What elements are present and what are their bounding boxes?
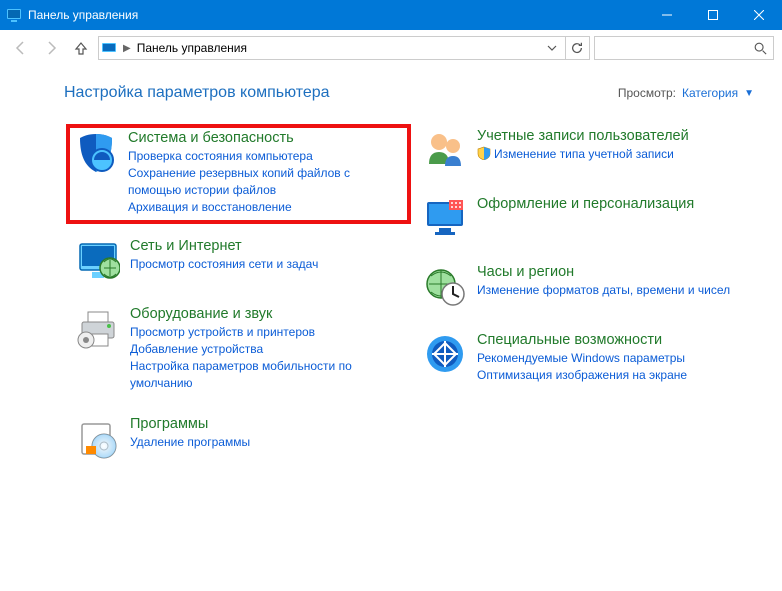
task-link-file-history-backup[interactable]: Сохранение резервных копий файлов с помо… xyxy=(128,165,403,199)
task-link-backup-restore[interactable]: Архивация и восстановление xyxy=(128,199,403,216)
category-text: Учетные записи пользователей Изменение ти… xyxy=(477,128,748,163)
view-by-value: Категория xyxy=(682,86,738,100)
search-input[interactable] xyxy=(594,36,774,60)
task-link-network-status[interactable]: Просмотр состояния сети и задач xyxy=(130,256,401,273)
disc-icon xyxy=(76,416,120,460)
back-button[interactable] xyxy=(8,35,34,61)
control-panel-icon xyxy=(6,7,22,23)
window-close-button[interactable] xyxy=(736,0,782,30)
category-text: Оформление и персонализация xyxy=(477,196,748,214)
category-title-link[interactable]: Сеть и Интернет xyxy=(130,238,401,254)
task-link-optimize-display[interactable]: Оптимизация изображения на экране xyxy=(477,367,748,384)
printer-icon xyxy=(76,306,120,350)
breadcrumb-chevron-icon[interactable]: ▶ xyxy=(121,43,133,54)
view-by-label: Просмотр: xyxy=(618,86,676,100)
up-button[interactable] xyxy=(68,35,94,61)
uac-shield-icon xyxy=(477,146,491,160)
task-link-devices-printers[interactable]: Просмотр устройств и принтеров xyxy=(130,324,401,341)
task-link-change-account-type[interactable]: Изменение типа учетной записи xyxy=(477,146,748,163)
category-title-link[interactable]: Программы xyxy=(130,416,401,432)
category-clock-region: Часы и регион Изменение форматов даты, вр… xyxy=(417,260,754,314)
monitor-icon xyxy=(423,196,467,240)
category-title-link[interactable]: Специальные возможности xyxy=(477,332,748,348)
category-title-link[interactable]: Учетные записи пользователей xyxy=(477,128,748,144)
globe-clock-icon xyxy=(423,264,467,308)
page-heading: Настройка параметров компьютера xyxy=(64,84,330,102)
category-appearance-personalization: Оформление и персонализация xyxy=(417,192,754,246)
category-title-link[interactable]: Оформление и персонализация xyxy=(477,196,748,212)
category-text: Часы и регион Изменение форматов даты, вр… xyxy=(477,264,748,299)
task-link-recommended-settings[interactable]: Рекомендуемые Windows параметры xyxy=(477,350,748,367)
search-icon xyxy=(751,41,769,55)
category-ease-of-access: Специальные возможности Рекомендуемые Win… xyxy=(417,328,754,390)
view-by-control[interactable]: Просмотр: Категория ▼ xyxy=(618,86,754,100)
category-user-accounts: Учетные записи пользователей Изменение ти… xyxy=(417,124,754,178)
window-maximize-button[interactable] xyxy=(690,0,736,30)
control-panel-small-icon xyxy=(101,40,117,56)
people-icon xyxy=(423,128,467,172)
category-text: Система и безопасность Проверка состояния… xyxy=(128,130,403,216)
category-system-security: Система и безопасность Проверка состояния… xyxy=(66,124,411,224)
category-text: Оборудование и звук Просмотр устройств и … xyxy=(130,306,401,392)
task-link-mobility-defaults[interactable]: Настройка параметров мобильности по умол… xyxy=(130,358,401,392)
address-bar[interactable]: ▶ Панель управления xyxy=(98,36,590,60)
task-link-check-status[interactable]: Проверка состояния компьютера xyxy=(128,148,403,165)
category-programs: Программы Удаление программы xyxy=(70,412,407,466)
chevron-down-icon: ▼ xyxy=(744,88,754,99)
globe-icon xyxy=(76,238,120,282)
shield-icon xyxy=(74,130,118,174)
category-title-link[interactable]: Система и безопасность xyxy=(128,130,403,146)
ease-icon xyxy=(423,332,467,376)
navigation-bar: ▶ Панель управления xyxy=(0,30,782,66)
category-network-internet: Сеть и Интернет Просмотр состояния сети и… xyxy=(70,234,407,288)
address-dropdown-button[interactable] xyxy=(543,37,561,59)
task-link-uninstall[interactable]: Удаление программы xyxy=(130,434,401,451)
task-link-add-device[interactable]: Добавление устройства xyxy=(130,341,401,358)
category-hardware-sound: Оборудование и звук Просмотр устройств и … xyxy=(70,302,407,398)
category-text: Специальные возможности Рекомендуемые Win… xyxy=(477,332,748,384)
category-text: Сеть и Интернет Просмотр состояния сети и… xyxy=(130,238,401,273)
category-title-link[interactable]: Часы и регион xyxy=(477,264,748,280)
category-title-link[interactable]: Оборудование и звук xyxy=(130,306,401,322)
window-titlebar: Панель управления xyxy=(0,0,782,30)
refresh-button[interactable] xyxy=(565,37,587,59)
task-link-date-time-format[interactable]: Изменение форматов даты, времени и чисел xyxy=(477,282,748,299)
content-area: Настройка параметров компьютера Просмотр… xyxy=(0,66,782,492)
forward-button[interactable] xyxy=(38,35,64,61)
window-title: Панель управления xyxy=(28,8,138,22)
category-text: Программы Удаление программы xyxy=(130,416,401,451)
window-minimize-button[interactable] xyxy=(644,0,690,30)
breadcrumb-item[interactable]: Панель управления xyxy=(137,41,247,55)
